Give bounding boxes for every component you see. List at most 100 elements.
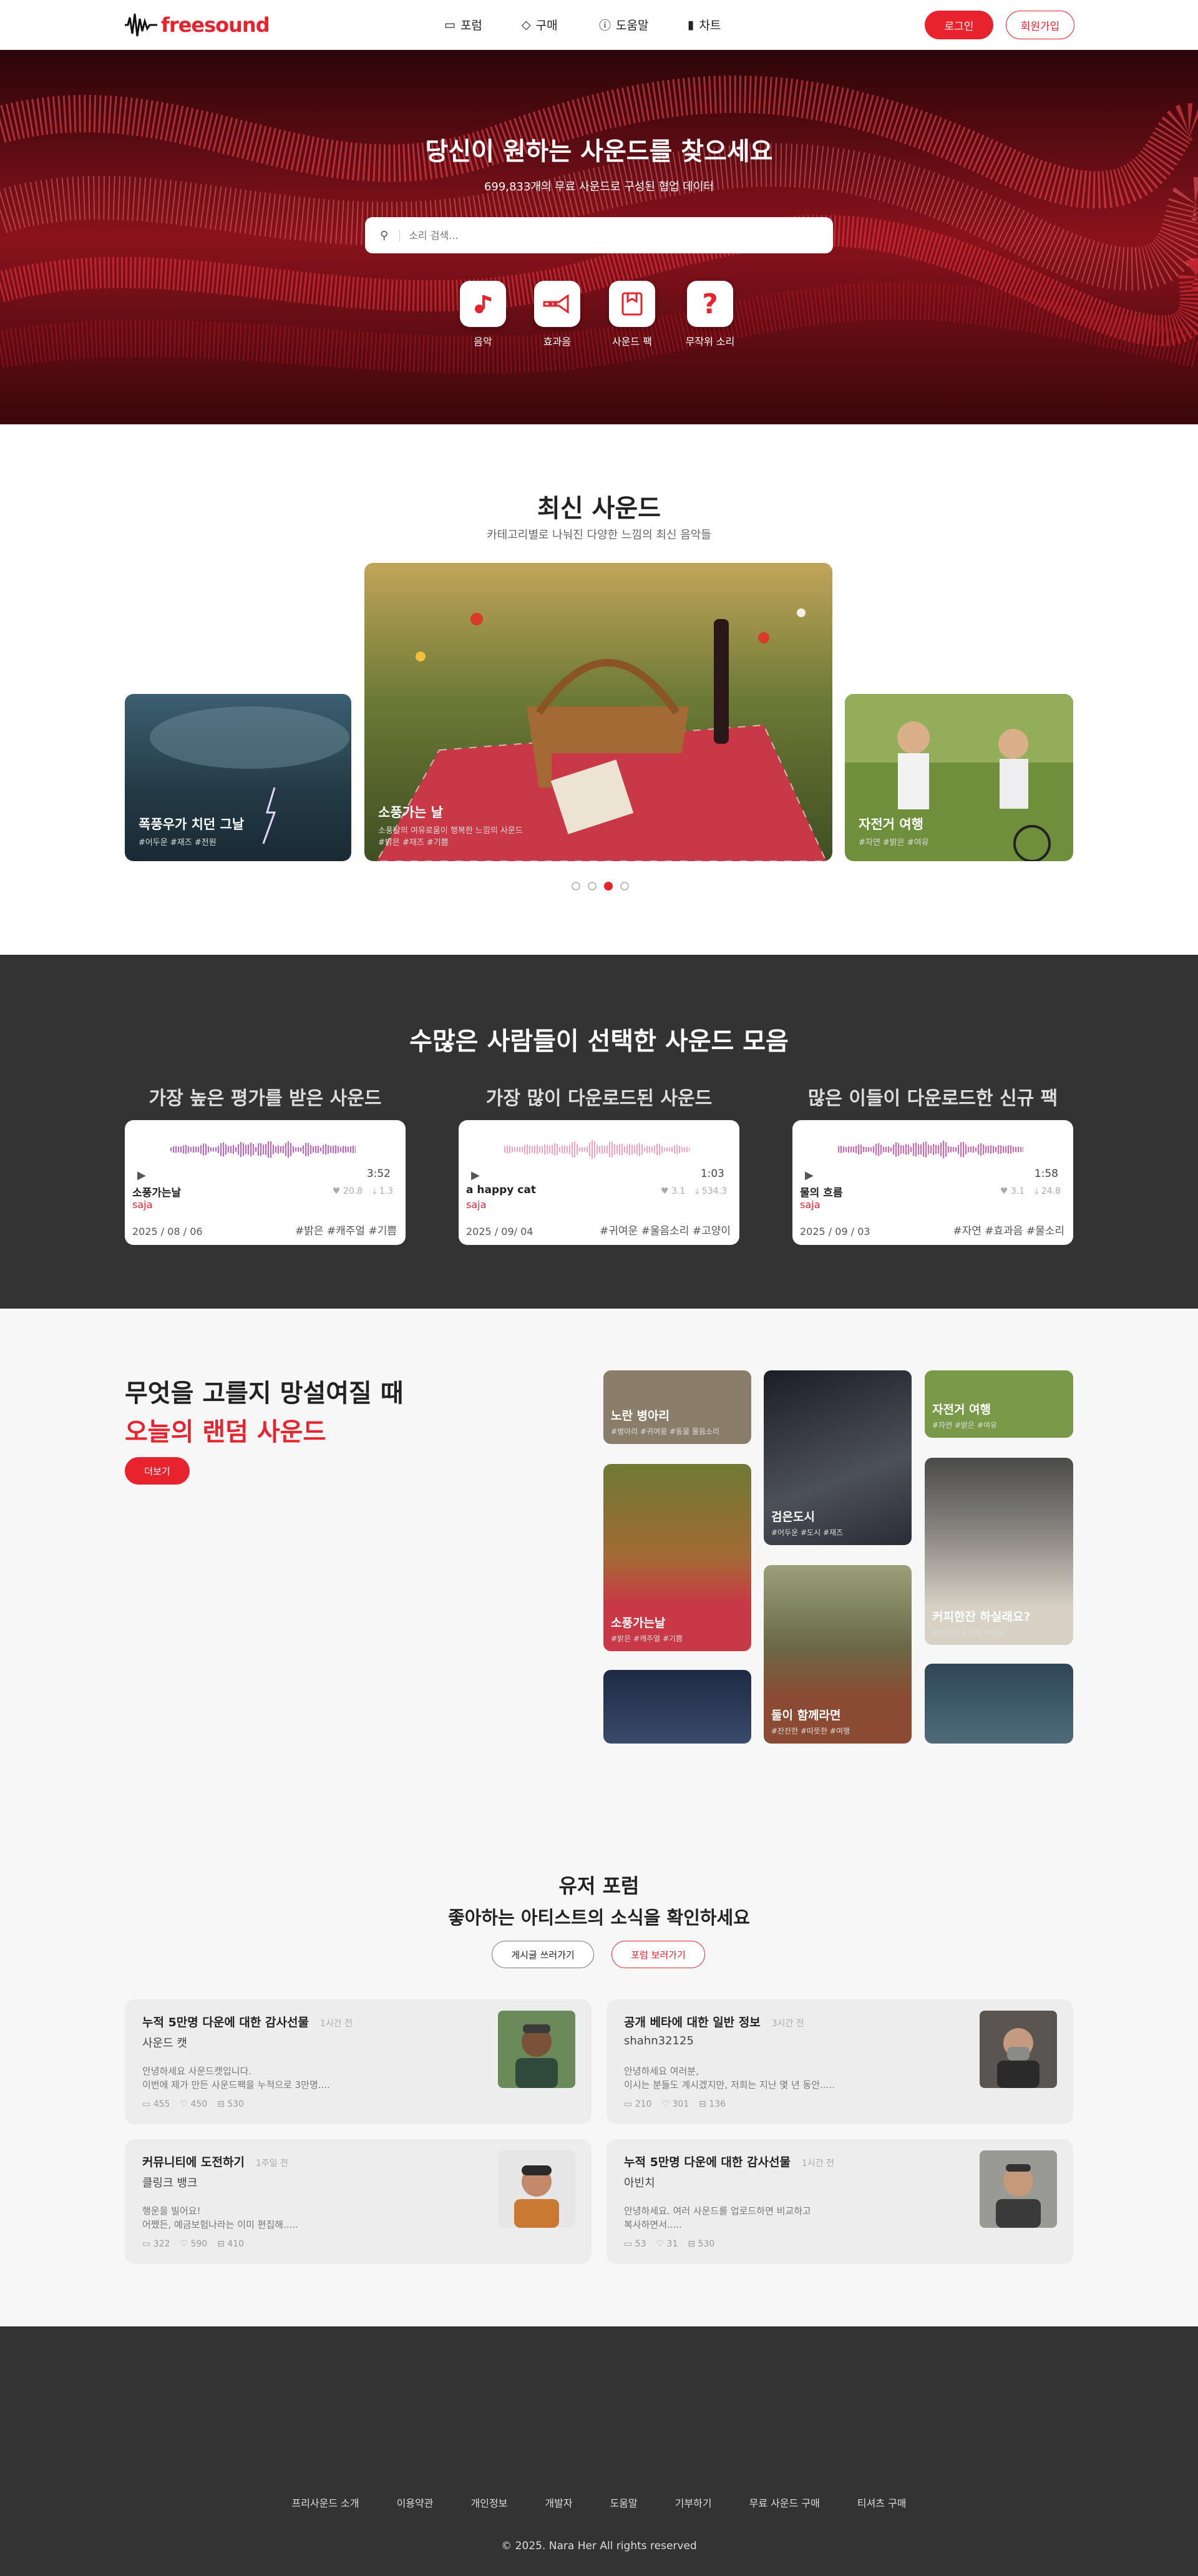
question-icon: ?	[687, 281, 733, 327]
copyright: © 2025. Nara Her All rights reserved	[501, 2540, 697, 2552]
more-button[interactable]: 더보기	[125, 1457, 190, 1485]
footer-link-about[interactable]: 프리사운드 소개	[291, 2495, 359, 2510]
card-tags: #자연 #밝은 #여유	[859, 838, 929, 847]
footer-link-donate[interactable]: 기부하기	[675, 2495, 712, 2510]
random-tile-picnic[interactable]: 소풍가는날 #밝은 #캐주얼 #기쁨	[603, 1464, 751, 1651]
sound-card-most-downloaded[interactable]: ▶ 1:03 a happy cat saja ♥ 3.1 ⤓ 534.3 202…	[459, 1120, 739, 1245]
latest-card-bicycle[interactable]: 자전거 여행 #자연 #밝은 #여유	[845, 694, 1073, 861]
post-author[interactable]: 클링크 뱅크	[142, 2174, 198, 2190]
category-sound-pack[interactable]: 사운드 팩	[598, 281, 666, 348]
carousel-dot-3[interactable]	[604, 882, 613, 890]
card-desc: 소풍날의 여유로움이 행복한 느낌의 사운드	[378, 826, 523, 836]
track-author[interactable]: saja	[800, 1199, 820, 1211]
bookmark-icon: ⊟ 530	[688, 2239, 715, 2249]
heart-icon: ♥ 3.1	[660, 1186, 686, 1196]
search-box[interactable]: ⚲	[365, 217, 833, 253]
track-author[interactable]: saja	[466, 1199, 486, 1211]
footer-link-terms[interactable]: 이용약관	[397, 2495, 434, 2510]
forum-post-2[interactable]: 공개 베타에 대한 일반 정보 3시간 전 shahn32125 안녕하세요 여러…	[606, 1999, 1073, 2124]
tile-title: 검은도시	[771, 1510, 815, 1524]
track-stats: ♥ 3.1 ⤓ 534.3	[661, 1186, 727, 1196]
post-body-line: 이번에 제가 만든 사운드팩을 누적으로 3만명....	[142, 2079, 330, 2091]
chart-icon: ▮	[688, 17, 694, 32]
category-random[interactable]: ? 무작위 소리	[676, 281, 744, 348]
sound-card-new-pack[interactable]: ▶ 1:58 물의 흐름 saja ♥ 3.1 ⤓ 24.8 2025 / 09 …	[792, 1120, 1073, 1245]
category-effects[interactable]: 효과음	[523, 281, 592, 348]
random-tile-dark-city[interactable]: 검은도시 #어두운 #도시 #재즈	[764, 1370, 912, 1545]
comment-icon: ▭ 53	[624, 2239, 646, 2249]
forum-icon: ▭	[444, 17, 455, 32]
random-tile-together[interactable]: 둘이 함께라면 #잔잔한 #따뜻한 #여행	[764, 1565, 912, 1744]
carousel-dot-2[interactable]	[588, 882, 597, 890]
popular-heading-top-rated: 가장 높은 평가를 받은 사운드	[149, 1088, 382, 1110]
nav-help[interactable]: ⓘ 도움말	[599, 16, 648, 33]
track-title[interactable]: a happy cat	[466, 1184, 536, 1196]
nav-chart-label: 차트	[699, 19, 721, 32]
footer-link-buy-sounds[interactable]: 무료 사운드 구매	[749, 2495, 820, 2510]
post-body-line: 이시는 분들도 계시겠지만, 저희는 지난 몇 년 동안.....	[624, 2079, 835, 2091]
track-duration: 1:58	[1034, 1168, 1058, 1180]
freesound-logo[interactable]: freesound	[125, 11, 270, 39]
latest-subtitle: 카테고리별로 나눠진 다양한 느낌의 최신 음악들	[487, 529, 711, 542]
latest-card-picnic[interactable]: 소풍가는 날 소풍날의 여유로움이 행복한 느낌의 사운드 #밝은 #재즈 #기쁨	[364, 563, 832, 861]
bookmark-icon: ⊟ 136	[699, 2099, 726, 2109]
popular-heading-new-pack: 많은 이들이 다운로드한 신규 팩	[807, 1088, 1058, 1110]
forum-post-4[interactable]: 누적 5만명 다운에 대한 감사선물 1시간 전 아빈치 안녕하세요. 여러 사운…	[606, 2139, 1073, 2264]
post-author[interactable]: shahn32125	[624, 2034, 694, 2047]
category-music[interactable]: 음악	[449, 281, 517, 348]
download-icon: ⤓ 534.3	[695, 1186, 727, 1196]
post-body-line: 어쨌든, 예금보험나라는 이미 편집해.....	[142, 2219, 298, 2230]
nav-chart[interactable]: ▮ 차트	[688, 16, 721, 33]
footer-link-help[interactable]: 도움말	[610, 2495, 638, 2510]
track-title[interactable]: 소풍가는날	[132, 1184, 181, 1199]
play-icon[interactable]: ▶	[805, 1169, 814, 1182]
random-subheading: 오늘의 랜덤 사운드	[125, 1418, 326, 1447]
heart-icon: ♥ 20.8	[332, 1186, 363, 1196]
forum-post-1[interactable]: 누적 5만명 다운에 대한 감사선물 1시간 전 사운드 캣 안녕하세요 사운드캣…	[125, 1999, 592, 2124]
sound-pack-icon	[621, 292, 643, 316]
nav-purchase[interactable]: ◇ 구매	[522, 16, 558, 33]
tile-title: 노란 병아리	[611, 1409, 670, 1423]
post-time: 1주일 전	[255, 2159, 288, 2169]
category-sound-pack-label: 사운드 팩	[612, 336, 652, 348]
random-tile-chick[interactable]: 노란 병아리 #병아리 #귀여움 #동물 울음소리	[603, 1370, 751, 1444]
random-tile-night-sky[interactable]	[603, 1670, 751, 1744]
post-title[interactable]: 커뮤니티에 도전하기	[142, 2155, 245, 2169]
signup-button[interactable]: 회원가입	[1006, 11, 1074, 39]
random-tile-coffee[interactable]: 커피한잔 하실래요? #잔잔한 #카페 #여유	[925, 1458, 1073, 1645]
view-forum-button[interactable]: 포럼 보러가기	[611, 1941, 705, 1968]
latest-title: 최신 사운드	[537, 494, 661, 523]
waveform-image	[838, 1140, 1023, 1159]
hero-title: 당신이 원하는 사운드를 찾으세요	[425, 137, 773, 166]
track-author[interactable]: saja	[132, 1199, 152, 1211]
forum-subtitle: 좋아하는 아티스트의 소식을 확인하세요	[448, 1907, 750, 1928]
footer-link-buy-tshirt[interactable]: 티셔츠 구매	[857, 2495, 907, 2510]
bookmark-icon: ⊟ 410	[217, 2239, 245, 2249]
random-tile-bicycle[interactable]: 자전거 여행 #자연 #밝은 #여유	[925, 1370, 1073, 1438]
post-title[interactable]: 누적 5만명 다운에 대한 감사선물	[624, 2155, 791, 2169]
post-title[interactable]: 누적 5만명 다운에 대한 감사선물	[142, 2016, 309, 2029]
latest-card-storm[interactable]: 폭풍우가 치던 그날 #어두운 #재즈 #전원	[125, 694, 351, 861]
random-tile-storm[interactable]	[925, 1664, 1073, 1744]
track-date: 2025 / 09 / 03	[800, 1226, 870, 1237]
search-input[interactable]	[399, 229, 799, 242]
post-author[interactable]: 사운드 캣	[142, 2034, 187, 2051]
category-effects-label: 효과음	[543, 336, 572, 348]
forum-post-3[interactable]: 커뮤니티에 도전하기 1주일 전 클링크 뱅크 행운을 빌어요! 어쨌든, 예금보험…	[125, 2139, 592, 2264]
post-author[interactable]: 아빈치	[624, 2174, 655, 2190]
comment-icon: ▭ 322	[142, 2239, 170, 2249]
carousel-dot-1[interactable]	[572, 882, 580, 890]
track-stats: ♥ 3.1 ⤓ 24.8	[1000, 1186, 1061, 1196]
sound-card-top-rated[interactable]: ▶ 3:52 소풍가는날 saja ♥ 20.8 ⤓ 1.3 2025 / 08 …	[125, 1120, 406, 1245]
login-button[interactable]: 로그인	[925, 11, 993, 39]
footer-link-developers[interactable]: 개발자	[545, 2495, 572, 2510]
tile-tags: #잔잔한 #카페 #여유	[932, 1628, 1005, 1637]
track-title[interactable]: 물의 흐름	[800, 1184, 842, 1199]
footer-link-privacy[interactable]: 개인정보	[471, 2495, 508, 2510]
write-post-button[interactable]: 게시글 쓰러가기	[492, 1941, 594, 1968]
post-title[interactable]: 공개 베타에 대한 일반 정보	[624, 2016, 761, 2029]
play-icon[interactable]: ▶	[471, 1169, 480, 1182]
nav-forum[interactable]: ▭ 포럼	[444, 16, 482, 33]
play-icon[interactable]: ▶	[137, 1169, 146, 1182]
carousel-dot-4[interactable]	[620, 882, 629, 890]
